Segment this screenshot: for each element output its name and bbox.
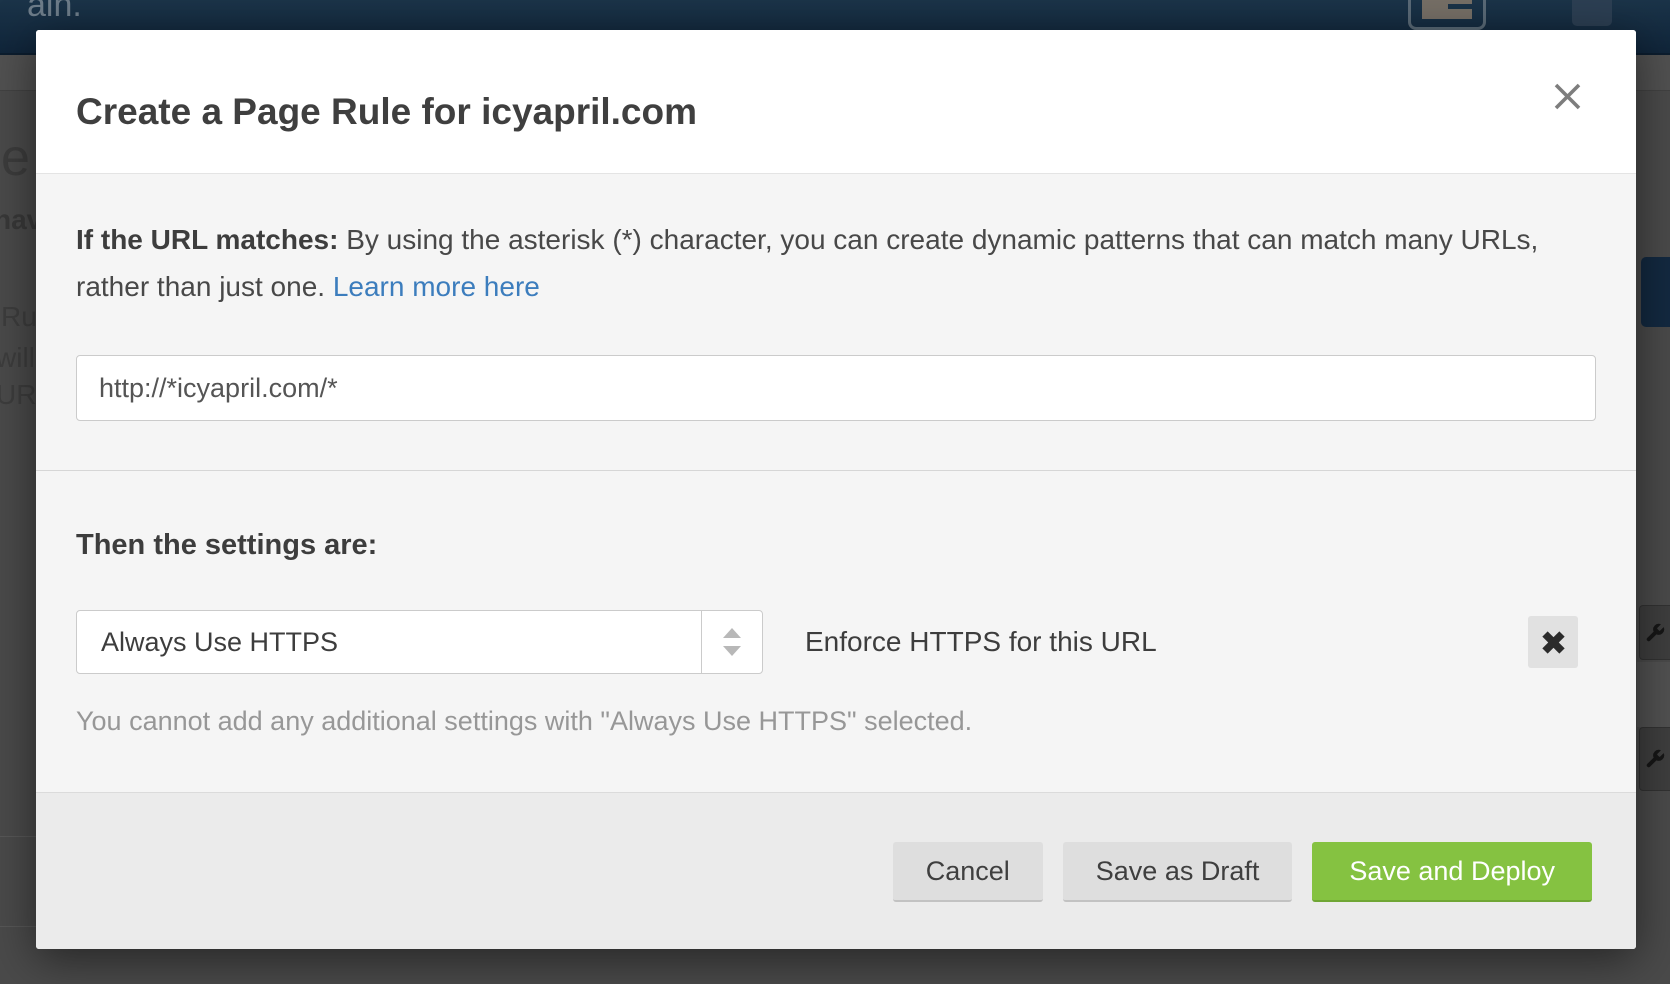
navbar-domain-text-fragment: ain. [27, 0, 82, 25]
select-spinner[interactable] [701, 611, 762, 673]
close-icon [1552, 81, 1583, 112]
chevron-down-icon [723, 646, 741, 656]
learn-more-link[interactable]: Learn more here [333, 271, 540, 302]
layout-icon-bar [1448, 9, 1472, 19]
remove-icon [1540, 629, 1567, 656]
table-row-divider-fragment [0, 926, 36, 927]
edit-settings-button-fragment [1639, 727, 1670, 791]
page-paragraph-text-fragment: UR [0, 379, 36, 411]
dialog-header: Create a Page Rule for icyapril.com [36, 30, 1636, 173]
setting-select-value: Always Use HTTPS [101, 611, 338, 673]
settings-helper-text: You cannot add any additional settings w… [76, 703, 972, 739]
chevron-up-icon [723, 628, 741, 638]
page-paragraph-text-fragment: will [0, 342, 35, 374]
layout-icon-left-block [1422, 0, 1448, 19]
settings-heading: Then the settings are: [76, 527, 377, 563]
wrench-icon [1644, 748, 1666, 770]
save-as-draft-button[interactable]: Save as Draft [1063, 842, 1293, 902]
footer-button-row: Cancel Save as Draft Save and Deploy [893, 842, 1592, 902]
navbar-icon-fragment [1572, 0, 1612, 26]
url-pattern-input[interactable] [76, 355, 1596, 421]
page-paragraph-text-fragment: Ru [1, 301, 37, 333]
dialog-title: Create a Page Rule for icyapril.com [76, 92, 697, 132]
layout-icon-bar [1448, 0, 1472, 4]
save-and-deploy-button[interactable]: Save and Deploy [1312, 842, 1592, 902]
setting-select[interactable]: Always Use HTTPS [76, 610, 763, 674]
cancel-button[interactable]: Cancel [893, 842, 1043, 902]
wrench-icon [1644, 622, 1666, 644]
table-row-fragment [1637, 662, 1670, 727]
blue-button-fragment [1641, 257, 1670, 327]
page-heading-text-fragment: e [1, 128, 30, 188]
edit-settings-button-fragment [1639, 605, 1670, 660]
create-page-rule-dialog: Create a Page Rule for icyapril.com If t… [36, 30, 1636, 949]
url-match-description: If the URL matches: By using the asteris… [76, 216, 1571, 310]
layout-icon [1408, 0, 1486, 30]
remove-setting-button[interactable] [1528, 616, 1578, 668]
url-match-label: If the URL matches: [76, 224, 338, 255]
screen: ain. e nav Ru will UR [0, 0, 1670, 984]
table-row-divider-fragment [0, 836, 36, 837]
close-button[interactable] [1545, 74, 1589, 118]
setting-description: Enforce HTTPS for this URL [805, 610, 1157, 674]
